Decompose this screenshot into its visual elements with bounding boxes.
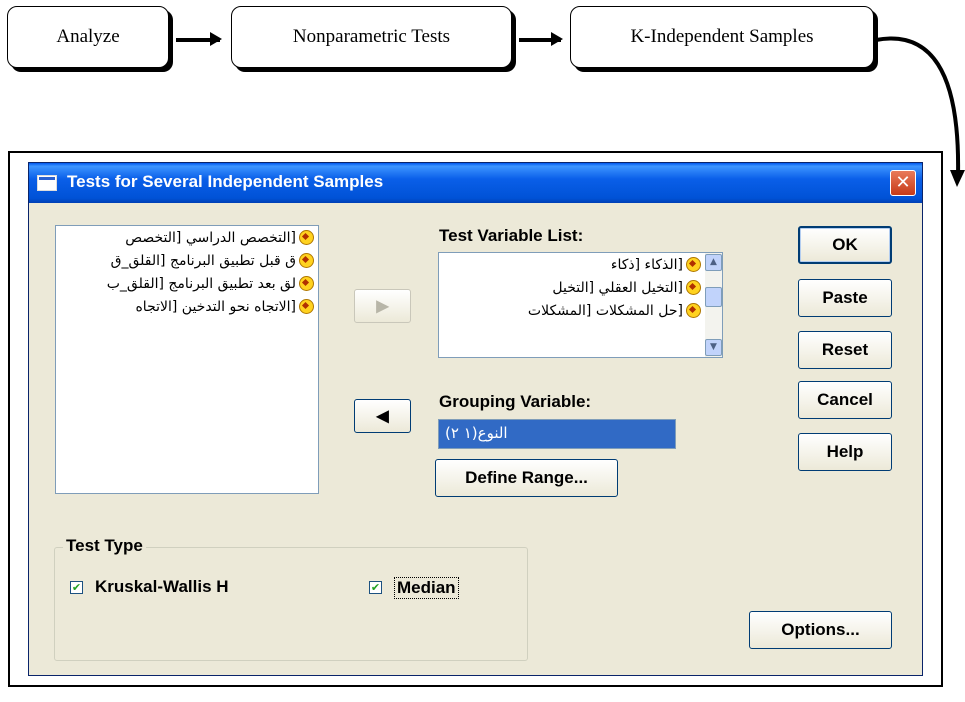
list-item[interactable]: [حل المشكلات [المشكلات: [439, 299, 705, 322]
cancel-button[interactable]: Cancel: [798, 381, 892, 419]
paste-button[interactable]: Paste: [798, 279, 892, 317]
scale-variable-icon: [299, 276, 314, 291]
close-icon[interactable]: ✕: [890, 170, 916, 196]
list-item[interactable]: [التخصص الدراسي [التخصص: [56, 226, 318, 249]
test-type-group: Test Type ✔ Kruskal-Wallis H ✔ Median: [54, 536, 528, 661]
window-icon: [37, 175, 57, 191]
arrow-right-icon: ▶: [376, 298, 389, 315]
options-label: Options...: [781, 620, 860, 639]
arrow-left-icon: ◀: [376, 408, 389, 425]
test-variable-list[interactable]: [الذكاء [ذكاء [التخيل العقلي [التخيل [حل ا…: [438, 252, 723, 358]
source-variable-list[interactable]: [التخصص الدراسي [التخصص ق قبل تطبيق البرن…: [55, 225, 319, 494]
list-item[interactable]: [الاتجاه نحو التدخين [الاتجاه: [56, 295, 318, 318]
scale-variable-icon: [686, 303, 701, 318]
help-button[interactable]: Help: [798, 433, 892, 471]
list-item[interactable]: ق قبل تطبيق البرنامج [القلق_ق: [56, 249, 318, 272]
move-to-test-list-button[interactable]: ▶: [354, 289, 411, 323]
cancel-label: Cancel: [817, 390, 873, 409]
variable-name: [التخصص الدراسي [التخصص: [125, 229, 296, 246]
list-item[interactable]: [التخيل العقلي [التخيل: [439, 276, 705, 299]
median-checkbox[interactable]: ✔: [369, 581, 382, 594]
ok-label: OK: [832, 235, 858, 254]
scale-variable-icon: [299, 253, 314, 268]
dialog-title: Tests for Several Independent Samples: [67, 172, 384, 191]
scale-variable-icon: [686, 280, 701, 295]
scroll-thumb[interactable]: [705, 287, 722, 307]
scale-variable-icon: [299, 230, 314, 245]
variable-name: [حل المشكلات [المشكلات: [527, 302, 683, 319]
move-to-grouping-button[interactable]: ◀: [354, 399, 411, 433]
variable-name: [الذكاء [ذكاء: [610, 256, 683, 273]
median-label[interactable]: Median: [394, 577, 459, 599]
variable-name: لق بعد تطبيق البرنامج [القلق_ب: [106, 275, 296, 292]
scale-variable-icon: [686, 257, 701, 272]
kruskal-wallis-checkbox[interactable]: ✔: [70, 581, 83, 594]
options-button[interactable]: Options...: [749, 611, 892, 649]
list-item[interactable]: لق بعد تطبيق البرنامج [القلق_ب: [56, 272, 318, 295]
test-type-legend: Test Type: [63, 536, 146, 556]
reset-button[interactable]: Reset: [798, 331, 892, 369]
list-item[interactable]: [الذكاء [ذكاء: [439, 253, 705, 276]
define-range-button[interactable]: Define Range...: [435, 459, 618, 497]
variable-name: [التخيل العقلي [التخيل: [552, 279, 683, 296]
scale-variable-icon: [299, 299, 314, 314]
test-list-scrollbar[interactable]: ▲ ▼: [705, 253, 722, 357]
ok-button[interactable]: OK: [798, 226, 892, 264]
paste-label: Paste: [822, 288, 868, 307]
scroll-down-icon[interactable]: ▼: [705, 339, 722, 356]
kruskal-wallis-label[interactable]: Kruskal-Wallis H: [95, 577, 229, 597]
variable-name: [الاتجاه نحو التدخين [الاتجاه: [135, 298, 296, 315]
grouping-variable-field[interactable]: النوع(١ ٢): [438, 419, 676, 449]
reset-label: Reset: [821, 340, 869, 359]
define-range-label: Define Range...: [465, 468, 588, 487]
grouping-variable-label: Grouping Variable:: [439, 392, 592, 411]
help-label: Help: [826, 442, 864, 461]
variable-name: ق قبل تطبيق البرنامج [القلق_ق: [110, 252, 296, 269]
tests-dialog: Tests for Several Independent Samples ✕ …: [28, 162, 923, 676]
title-bar[interactable]: Tests for Several Independent Samples ✕: [29, 163, 922, 203]
scroll-up-icon[interactable]: ▲: [705, 254, 722, 271]
test-variable-list-label: Test Variable List:: [439, 226, 584, 245]
